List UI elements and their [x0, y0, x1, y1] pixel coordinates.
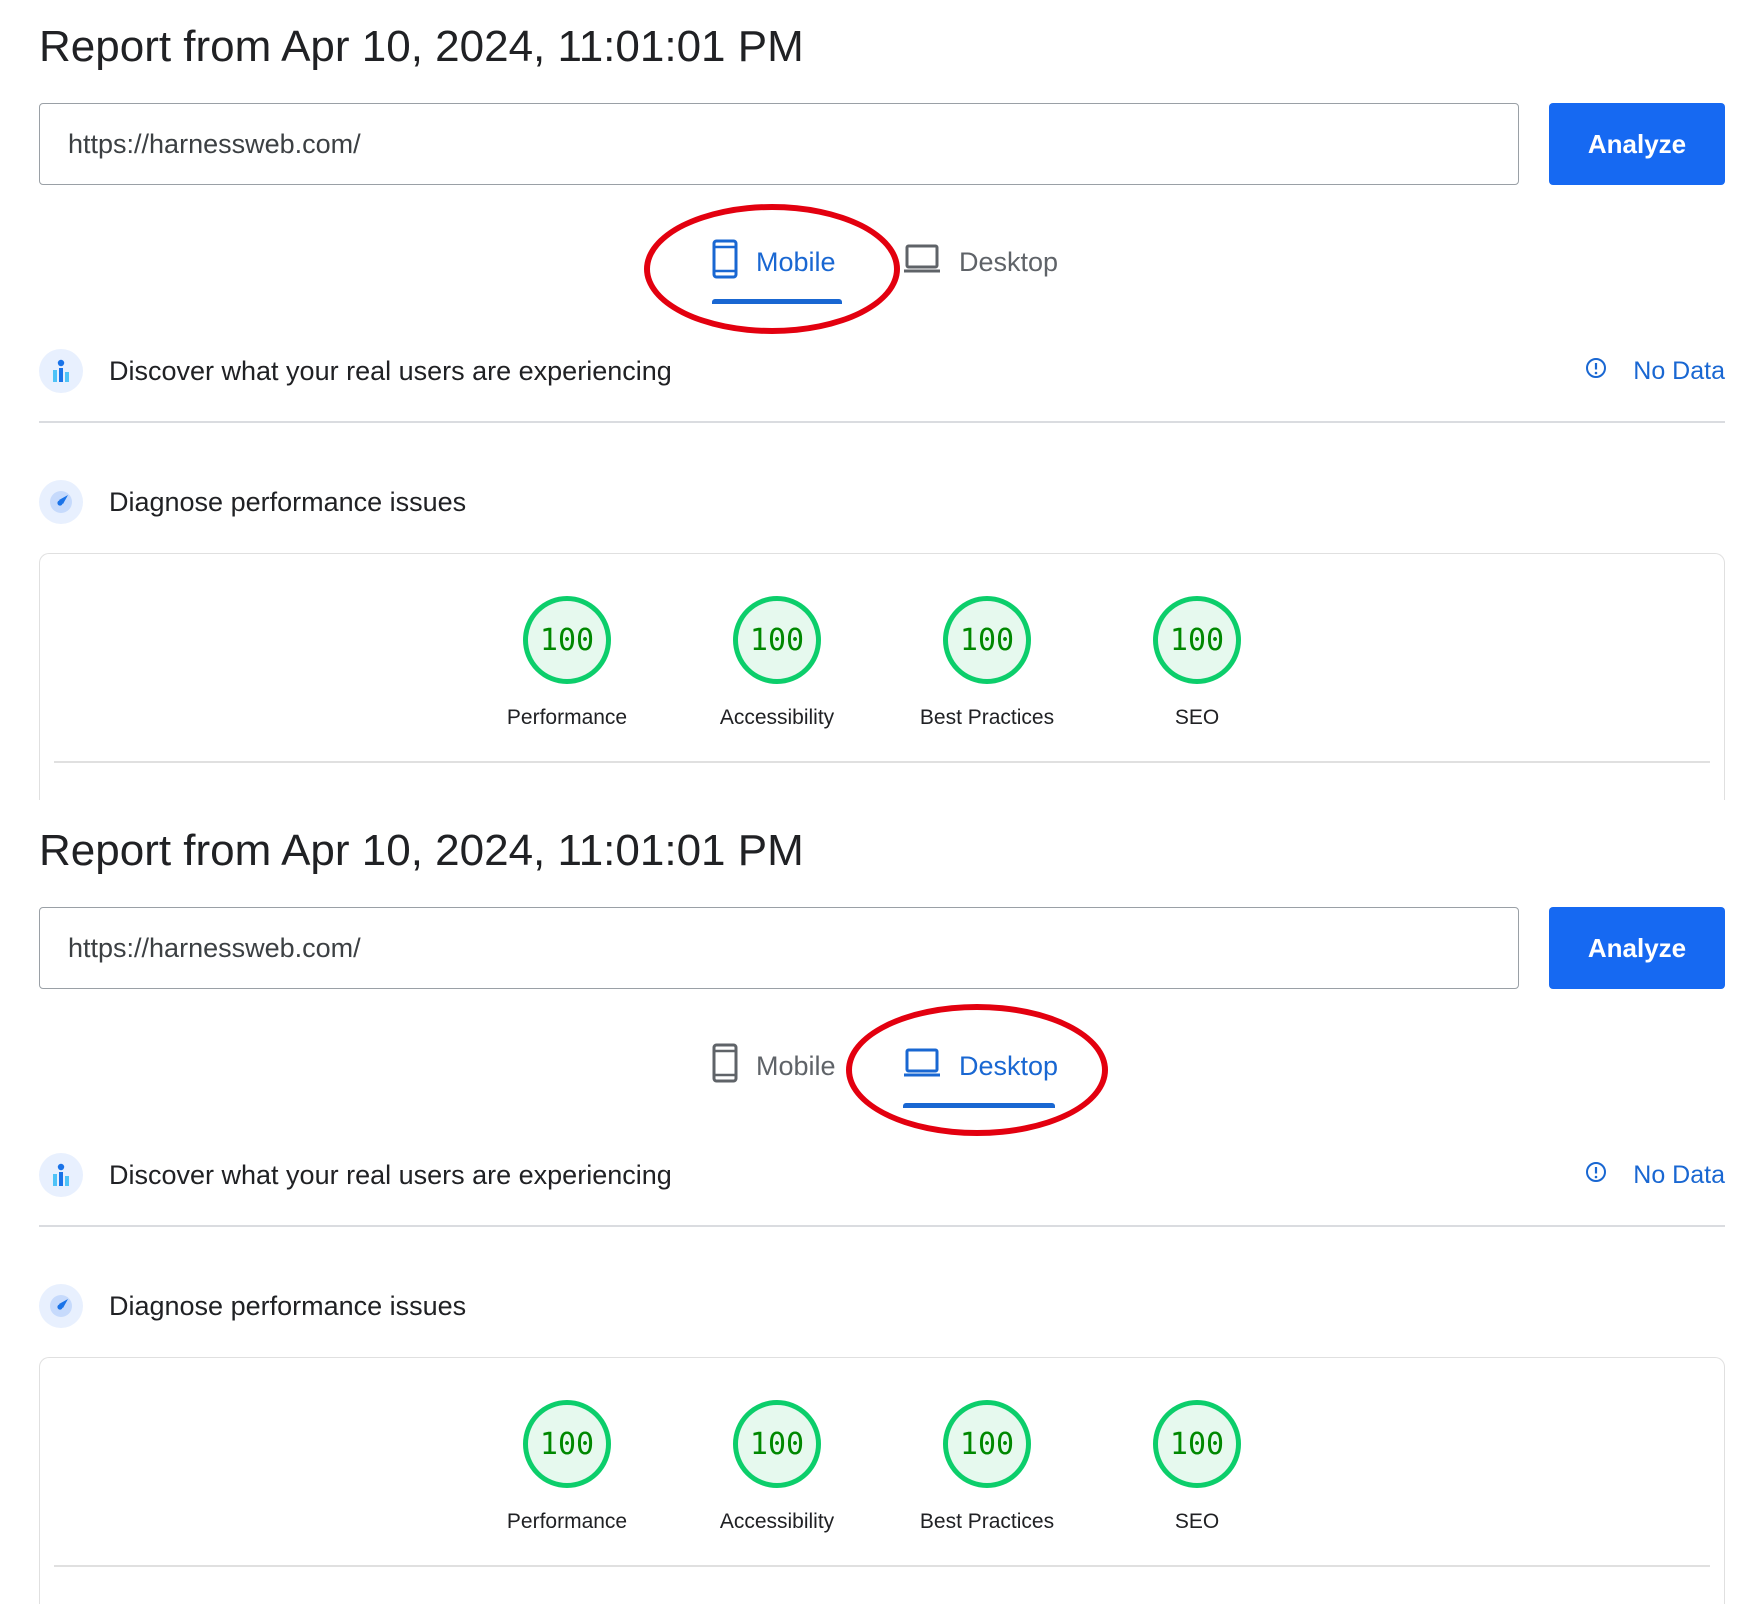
- score-gauge-performance[interactable]: 100 Performance: [467, 596, 667, 730]
- tab-desktop[interactable]: Desktop: [903, 1026, 1059, 1108]
- scores-card: 100 Performance 100 Accessibility 100 Be…: [39, 1357, 1725, 1604]
- score-label: Performance: [506, 1510, 628, 1533]
- tab-mobile[interactable]: Mobile: [712, 222, 842, 304]
- score-label: SEO: [1174, 1510, 1220, 1533]
- tab-desktop-label: Desktop: [959, 1050, 1059, 1081]
- report-panel-desktop: Report from Apr 10, 2024, 11:01:01 PM An…: [0, 804, 1757, 1604]
- active-tab-indicator: [712, 299, 842, 304]
- score-label: SEO: [1174, 706, 1220, 729]
- score-gauge-accessibility[interactable]: 100 Accessibility: [677, 1400, 877, 1534]
- score-value: 100: [733, 596, 821, 684]
- score-label: Accessibility: [719, 1510, 835, 1533]
- score-gauge-seo[interactable]: 100 SEO: [1097, 1400, 1297, 1534]
- score-gauge-best-practices[interactable]: 100 Best Practices: [887, 596, 1087, 730]
- info-icon: [1585, 1161, 1607, 1190]
- score-gauge-seo[interactable]: 100 SEO: [1097, 596, 1297, 730]
- no-data-label: No Data: [1633, 356, 1725, 385]
- report-panel-mobile: Report from Apr 10, 2024, 11:01:01 PM An…: [0, 0, 1757, 800]
- no-data-status[interactable]: No Data: [1585, 1161, 1725, 1190]
- score-gauge-best-practices[interactable]: 100 Best Practices: [887, 1400, 1087, 1534]
- lab-data-header: Diagnose performance issues: [39, 472, 1725, 532]
- card-divider: [54, 761, 1710, 763]
- report-title: Report from Apr 10, 2024, 11:01:01 PM: [39, 22, 804, 71]
- score-value: 100: [1153, 596, 1241, 684]
- device-tabs: Mobile Desktop: [0, 222, 1757, 304]
- score-value: 100: [523, 596, 611, 684]
- field-data-title: Discover what your real users are experi…: [109, 355, 672, 386]
- score-label: Best Practices: [919, 706, 1055, 729]
- score-gauge-accessibility[interactable]: 100 Accessibility: [677, 596, 877, 730]
- score-gauge-performance[interactable]: 100 Performance: [467, 1400, 667, 1534]
- analyze-button[interactable]: Analyze: [1549, 907, 1725, 989]
- analyze-button[interactable]: Analyze: [1549, 103, 1725, 185]
- lab-data-header: Diagnose performance issues: [39, 1276, 1725, 1336]
- scores-card: 100 Performance 100 Accessibility 100 Be…: [39, 553, 1725, 800]
- score-label: Accessibility: [719, 706, 835, 729]
- score-value: 100: [523, 1400, 611, 1488]
- field-data-header[interactable]: Discover what your real users are experi…: [39, 341, 1725, 401]
- no-data-label: No Data: [1633, 1160, 1725, 1189]
- score-value: 100: [1153, 1400, 1241, 1488]
- score-label: Performance: [506, 706, 628, 729]
- field-data-title: Discover what your real users are experi…: [109, 1159, 672, 1190]
- lab-data-title: Diagnose performance issues: [109, 486, 467, 517]
- score-value: 100: [943, 596, 1031, 684]
- laptop-icon: [903, 243, 941, 282]
- score-label: Best Practices: [919, 1510, 1055, 1533]
- section-divider: [39, 1225, 1725, 1227]
- lab-data-title: Diagnose performance issues: [109, 1290, 467, 1321]
- tab-mobile-label: Mobile: [756, 246, 836, 277]
- device-tabs: Mobile Desktop: [0, 1026, 1757, 1108]
- score-value: 100: [733, 1400, 821, 1488]
- active-tab-indicator: [903, 1103, 1055, 1108]
- no-data-status[interactable]: No Data: [1585, 357, 1725, 386]
- users-chart-icon: [39, 349, 83, 393]
- card-divider: [54, 1565, 1710, 1567]
- url-input[interactable]: [39, 907, 1519, 989]
- score-value: 100: [943, 1400, 1031, 1488]
- tab-desktop-label: Desktop: [959, 246, 1059, 277]
- info-icon: [1585, 357, 1607, 386]
- report-title: Report from Apr 10, 2024, 11:01:01 PM: [39, 826, 804, 875]
- tab-mobile-label: Mobile: [756, 1050, 836, 1081]
- users-chart-icon: [39, 1153, 83, 1197]
- tab-desktop[interactable]: Desktop: [903, 222, 1059, 302]
- url-input[interactable]: [39, 103, 1519, 185]
- section-divider: [39, 421, 1725, 423]
- compass-icon: [39, 1284, 83, 1328]
- field-data-header[interactable]: Discover what your real users are experi…: [39, 1145, 1725, 1205]
- tab-mobile[interactable]: Mobile: [712, 1026, 842, 1106]
- laptop-icon: [903, 1047, 941, 1086]
- compass-icon: [39, 480, 83, 524]
- phone-icon: [712, 239, 738, 286]
- phone-icon: [712, 1043, 738, 1090]
